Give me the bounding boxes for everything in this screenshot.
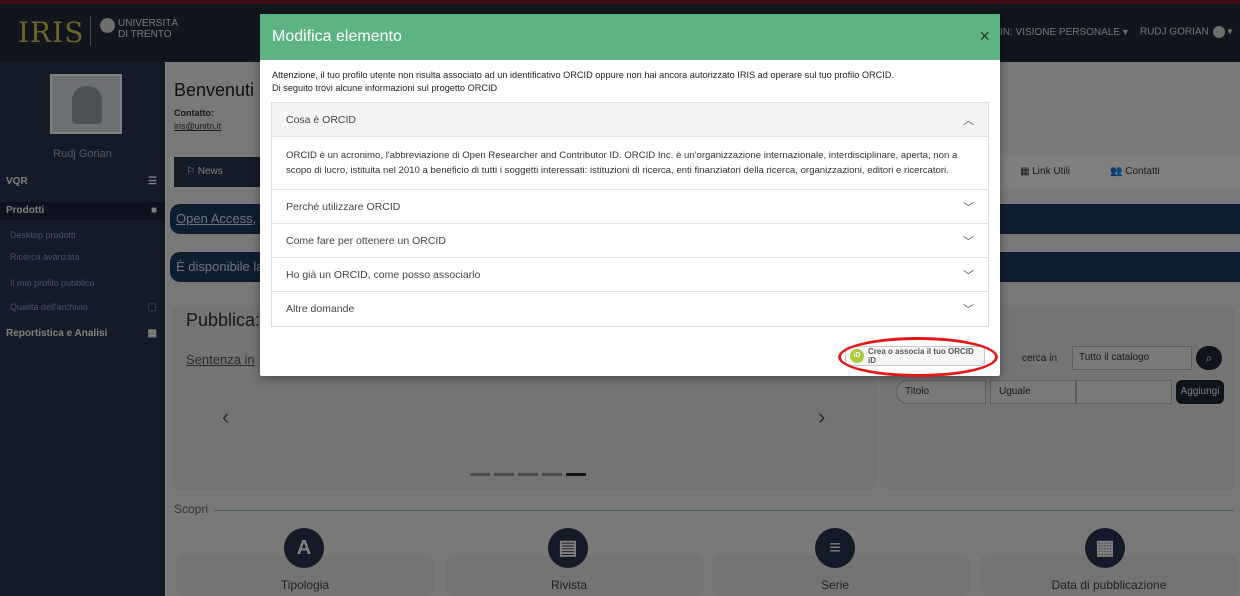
accordion-header-ottenere-orcid[interactable]: Come fare per ottenere un ORCID ﹀ xyxy=(272,224,988,258)
accordion-body-cosa-e-orcid: ORCID è un acronimo, l'abbreviazione di … xyxy=(272,137,988,190)
red-highlight-circle xyxy=(838,337,998,377)
warning-line-1: Attenzione, il tuo profilo utente non ri… xyxy=(272,70,895,80)
accordion-header-associare-orcid[interactable]: Ho già un ORCID, come posso associarlo ﹀ xyxy=(272,258,988,292)
orcid-warning: Attenzione, il tuo profilo utente non ri… xyxy=(272,69,992,95)
warning-line-2: Di seguito trovi alcune informazioni sul… xyxy=(272,83,498,93)
chevron-down-icon: ﹀ xyxy=(963,235,974,248)
modal-title: Modifica elemento xyxy=(272,28,402,45)
orcid-accordion: Cosa è ORCID ︿ ORCID è un acronimo, l'abb… xyxy=(271,102,989,327)
orcid-modal: Modifica elemento × Attenzione, il tuo p… xyxy=(260,14,1000,376)
chevron-down-icon: ﹀ xyxy=(963,304,974,316)
chevron-down-icon: ﹀ xyxy=(963,201,974,214)
accordion-header-altre-domande[interactable]: Altre domande ﹀ xyxy=(272,292,988,326)
modal-header: Modifica elemento × xyxy=(260,14,1000,60)
accordion-header-cosa-e-orcid[interactable]: Cosa è ORCID ︿ xyxy=(272,103,988,137)
chevron-up-icon: ︿ xyxy=(963,114,974,127)
chevron-down-icon: ﹀ xyxy=(963,269,974,282)
accordion-header-perche-orcid[interactable]: Perché utilizzare ORCID ﹀ xyxy=(272,190,988,224)
close-icon[interactable]: × xyxy=(979,26,990,47)
